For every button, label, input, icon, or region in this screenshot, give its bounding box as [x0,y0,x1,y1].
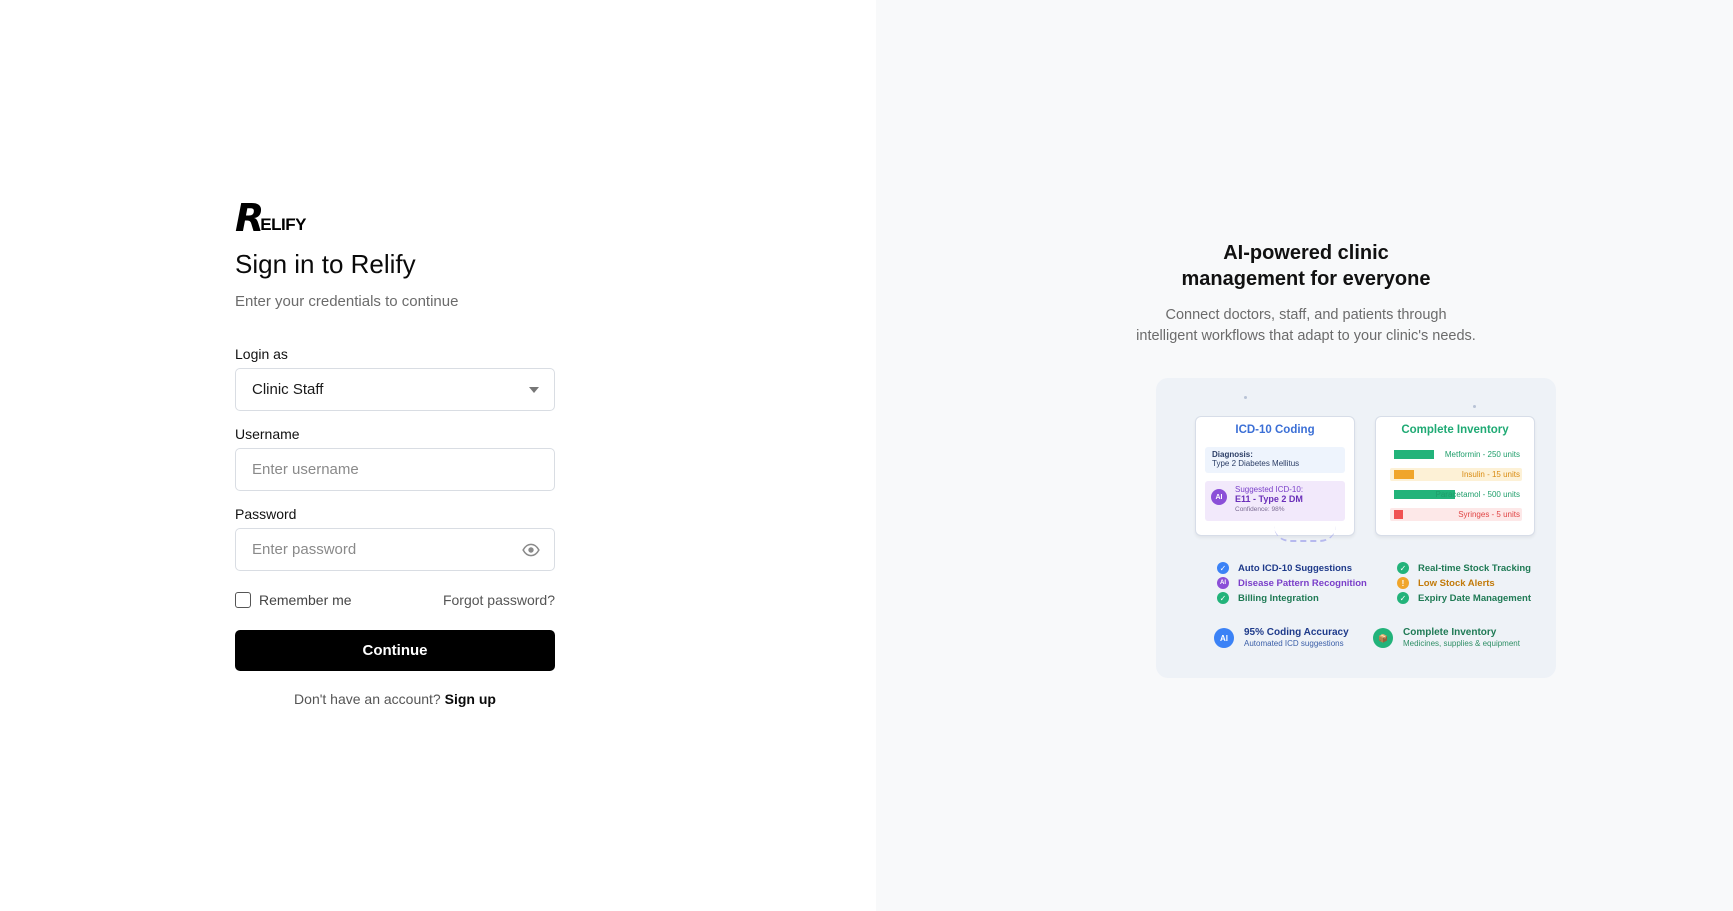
icd-card: ICD-10 Coding Diagnosis: Type 2 Diabetes… [1195,416,1355,536]
icd-card-title: ICD-10 Coding [1235,424,1315,436]
inventory-item: Insulin - 15 units [1390,468,1522,481]
remember-me-label: Remember me [259,592,352,608]
inventory-item-label: Syringes - 5 units [1458,510,1520,519]
password-input[interactable] [252,541,538,558]
logo-initial: R [235,196,264,240]
alert-icon: ! [1397,577,1409,589]
stat-title: Complete Inventory [1403,627,1497,638]
remember-me-checkbox[interactable] [235,592,251,608]
inventory-item-label: Insulin - 15 units [1461,470,1520,479]
feature-item: ✓ Billing Integration [1217,591,1319,605]
continue-button[interactable]: Continue [235,630,555,671]
suggestion-box: AI Suggested ICD-10: E11 - Type 2 DM Con… [1205,481,1345,521]
feature-label: Expiry Date Management [1418,592,1531,604]
stock-level-bar [1394,510,1404,519]
decorative-dashed-arc [1274,526,1336,542]
promo-subtitle: Connect doctors, staff, and patients thr… [1136,307,1476,344]
sign-in-panel: R ELIFY Sign in to Relify Enter your cred… [0,0,876,911]
forgot-password-link[interactable]: Forgot password? [443,592,555,608]
page-subtitle: Enter your credentials to continue [235,293,459,310]
stat-item: AI 95% Coding Accuracy Automated ICD sugge… [1214,627,1349,649]
password-label: Password [235,506,297,522]
feature-label: Real-time Stock Tracking [1418,562,1531,574]
signup-prompt: Don't have an account? Sign up [235,691,555,707]
suggested-code: E11 - Type 2 DM [1235,494,1303,504]
username-label: Username [235,426,300,442]
logo-wordmark: ELIFY [260,215,306,234]
sign-in-form: R ELIFY Sign in to Relify Enter your cred… [235,196,555,707]
feature-label: Low Stock Alerts [1418,577,1495,589]
feature-label: Disease Pattern Recognition [1238,577,1367,589]
eye-icon[interactable] [522,541,540,559]
diagnosis-value: Type 2 Diabetes Mellitus [1212,459,1300,468]
promo-panel: AI-powered clinic management for everyon… [876,0,1733,911]
login-as-label: Login as [235,346,288,362]
remember-me[interactable]: Remember me [235,592,352,608]
promo-title: AI-powered clinic management for everyon… [1181,242,1431,290]
check-icon: ✓ [1217,562,1229,574]
username-group: Username [235,425,555,491]
check-icon: ✓ [1217,592,1229,604]
check-icon: ✓ [1397,592,1409,604]
decorative-dot [1244,396,1247,399]
login-as-select[interactable]: Clinic Staff [235,368,555,411]
username-input[interactable] [252,461,538,478]
chevron-down-icon [529,387,539,393]
decorative-dot [1473,405,1476,408]
diagnosis-box: Diagnosis: Type 2 Diabetes Mellitus [1205,447,1345,473]
diagnosis-label: Diagnosis: [1212,450,1253,459]
password-field-wrapper [235,528,555,571]
stat-subtitle: Automated ICD suggestions [1244,639,1344,648]
ai-icon: AI [1211,489,1227,505]
feature-item: AI Disease Pattern Recognition [1217,576,1367,590]
inventory-item: Syringes - 5 units [1390,508,1522,521]
inventory-item: Paracetamol - 500 units [1390,488,1522,501]
inventory-card-title: Complete Inventory [1401,424,1509,436]
feature-label: Billing Integration [1238,592,1319,604]
feature-illustration: ICD-10 Coding Diagnosis: Type 2 Diabetes… [1156,378,1556,678]
stat-subtitle: Medicines, supplies & equipment [1403,639,1520,648]
password-group: Password [235,505,555,571]
confidence-text: Confidence: 98% [1235,506,1285,513]
stock-level-bar [1394,450,1434,459]
inventory-item: Metformin - 250 units [1390,448,1522,461]
login-as-value: Clinic Staff [252,381,324,398]
inventory-item-label: Metformin - 250 units [1444,450,1520,459]
relify-logo: R ELIFY [235,196,555,240]
inventory-item-label: Paracetamol - 500 units [1435,490,1521,499]
feature-item: ! Low Stock Alerts [1397,576,1495,590]
check-icon: ✓ [1397,562,1409,574]
signup-link[interactable]: Sign up [445,691,496,707]
page-title: Sign in to Relify [235,249,416,279]
login-as-group: Login as Clinic Staff [235,345,555,411]
stock-level-bar [1394,470,1414,479]
signup-prompt-text: Don't have an account? [294,691,441,707]
username-field-wrapper [235,448,555,491]
feature-item: ✓ Real-time Stock Tracking [1397,561,1531,575]
remember-forgot-row: Remember me Forgot password? [235,591,555,609]
ai-icon: AI [1214,628,1234,648]
ai-icon: AI [1217,577,1229,589]
stat-item: 📦 Complete Inventory Medicines, supplies &… [1373,627,1520,649]
box-icon: 📦 [1373,628,1393,648]
feature-item: ✓ Expiry Date Management [1397,591,1531,605]
stat-title: 95% Coding Accuracy [1244,627,1349,638]
feature-item: ✓ Auto ICD-10 Suggestions [1217,561,1352,575]
feature-label: Auto ICD-10 Suggestions [1238,562,1353,574]
inventory-card: Complete Inventory Metformin - 250 units… [1375,416,1535,536]
suggested-label: Suggested ICD-10: [1235,485,1304,494]
